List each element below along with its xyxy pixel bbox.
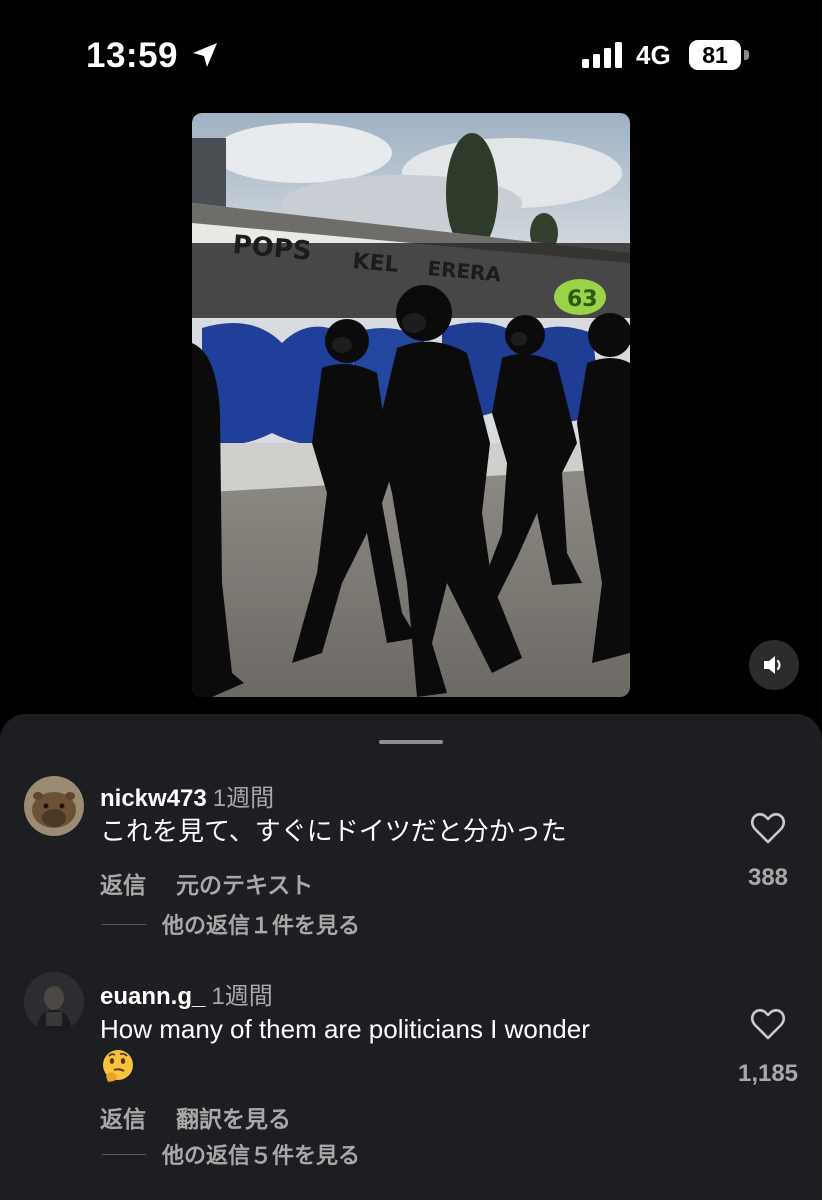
comment-username[interactable]: euann.g_	[100, 983, 205, 1010]
view-replies-label: 他の返信５件を見る	[162, 1143, 361, 1168]
like-count: 1,185	[737, 1060, 799, 1087]
avatar[interactable]	[24, 972, 84, 1032]
comment-header: euann.g_ 1週間	[100, 976, 273, 1011]
cellular-signal-icon	[582, 42, 622, 68]
comment-username[interactable]: nickw473	[100, 785, 207, 812]
thinking-face-emoji	[103, 1050, 133, 1082]
status-bar: 13:59 4G 81	[0, 0, 822, 110]
battery-level: 81	[689, 40, 741, 70]
heart-icon[interactable]	[748, 1004, 788, 1044]
comment-timestamp: 1週間	[212, 785, 275, 812]
comment-timestamp: 1週間	[211, 983, 273, 1010]
network-type: 4G	[636, 40, 671, 70]
heart-icon[interactable]	[748, 808, 788, 848]
avatar[interactable]	[24, 776, 84, 836]
translate-button[interactable]: 翻訳を見る	[176, 1106, 291, 1132]
comment-actions: 返信 元のテキスト	[100, 866, 343, 900]
comments-sheet: nickw473 1週間 これを見て、すぐにドイツだと分かった 返信 元のテキスト …	[0, 714, 822, 1200]
replies-divider	[102, 923, 146, 925]
svg-text:63: 63	[567, 287, 598, 312]
comment-text: これを見て、すぐにドイツだと分かった	[100, 816, 567, 846]
volume-button[interactable]	[749, 640, 799, 690]
video-player[interactable]: POPS KEL ERERA 63	[192, 113, 630, 697]
speaker-icon	[764, 656, 781, 674]
comment-actions: 返信 翻訳を見る	[100, 1100, 321, 1134]
view-replies-label: 他の返信１件を見る	[162, 913, 361, 938]
svg-text:KEL: KEL	[351, 249, 399, 278]
view-replies-button[interactable]: 他の返信５件を見る	[102, 1138, 360, 1170]
location-arrow-icon	[193, 43, 217, 67]
video-frame: POPS KEL ERERA 63	[192, 113, 630, 697]
comment-text: How many of them are politicians I wonde…	[100, 1014, 590, 1044]
original-text-button[interactable]: 元のテキスト	[176, 872, 313, 898]
status-time: 13:59	[86, 36, 179, 75]
reply-button[interactable]: 返信	[100, 1106, 146, 1132]
reply-button[interactable]: 返信	[100, 872, 146, 898]
sheet-drag-handle[interactable]	[379, 740, 443, 744]
view-replies-button[interactable]: 他の返信１件を見る	[102, 908, 360, 940]
replies-divider	[102, 1153, 146, 1155]
battery-icon: 81	[689, 40, 751, 70]
like-count: 388	[747, 864, 789, 891]
comment-header: nickw473 1週間	[100, 778, 274, 813]
